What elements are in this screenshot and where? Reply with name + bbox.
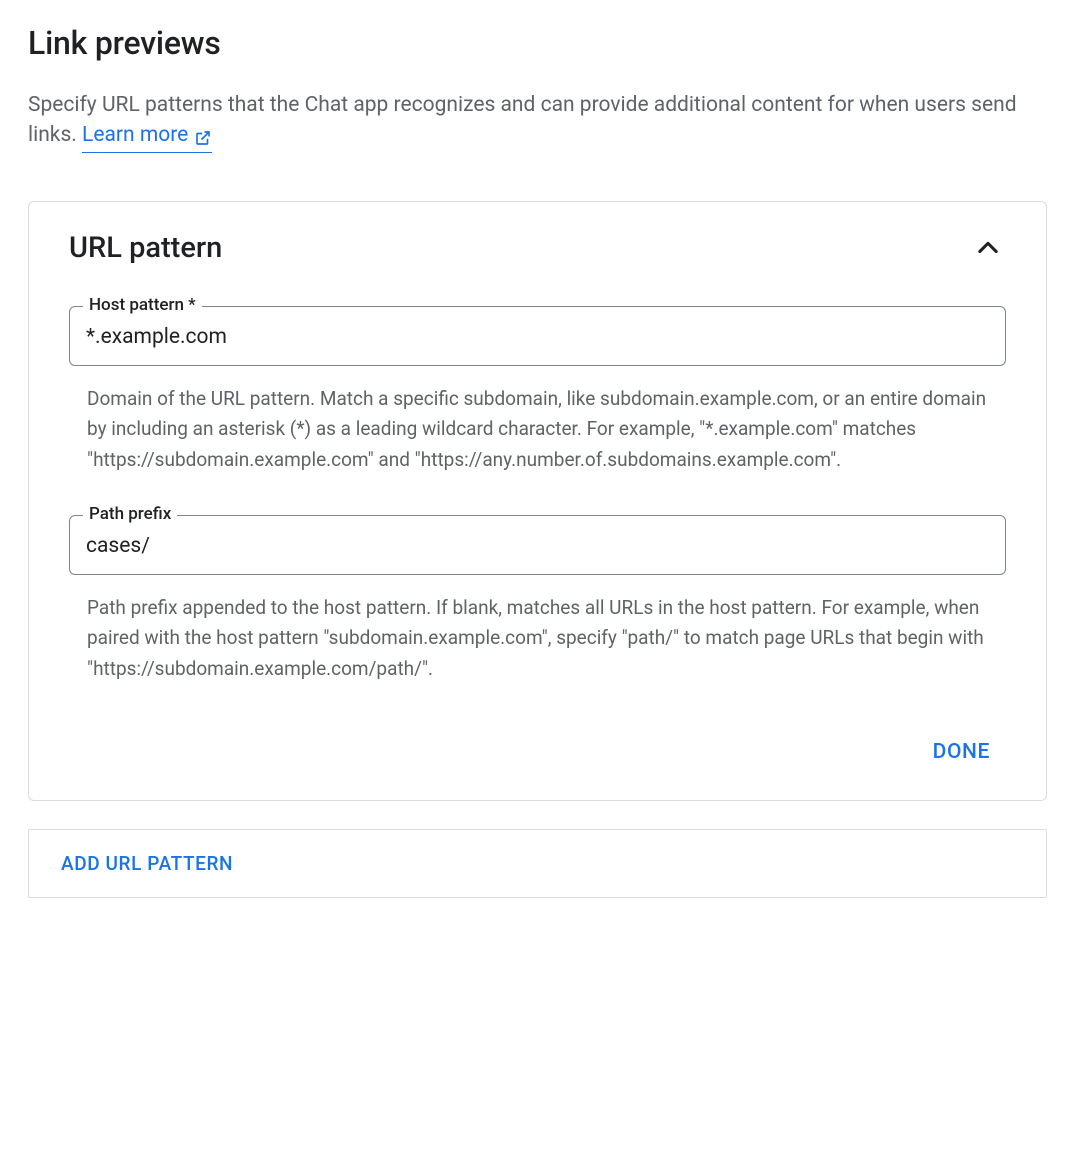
done-button[interactable]: DONE: [921, 732, 1002, 772]
host-pattern-field-wrap: Host pattern *: [69, 306, 1006, 366]
path-prefix-input[interactable]: [69, 515, 1006, 575]
collapse-toggle[interactable]: [970, 230, 1006, 266]
card-title: URL pattern: [69, 231, 222, 265]
url-pattern-card: URL pattern Host pattern * Domain of the…: [28, 201, 1047, 801]
path-prefix-field-wrap: Path prefix: [69, 515, 1006, 575]
external-link-icon: [194, 129, 212, 147]
host-pattern-helper: Domain of the URL pattern. Match a speci…: [69, 374, 1006, 475]
page-title: Link previews: [28, 24, 1047, 62]
chevron-up-icon: [974, 234, 1002, 262]
add-url-pattern-button[interactable]: ADD URL PATTERN: [28, 829, 1047, 898]
learn-more-label: Learn more: [82, 120, 188, 150]
card-actions: DONE: [69, 732, 1006, 772]
path-prefix-helper: Path prefix appended to the host pattern…: [69, 583, 1006, 684]
card-header: URL pattern: [69, 230, 1006, 266]
learn-more-link[interactable]: Learn more: [82, 120, 212, 152]
page-description: Specify URL patterns that the Chat app r…: [28, 90, 1047, 153]
host-pattern-input[interactable]: [69, 306, 1006, 366]
path-prefix-label: Path prefix: [83, 504, 177, 524]
host-pattern-label: Host pattern *: [83, 295, 202, 315]
